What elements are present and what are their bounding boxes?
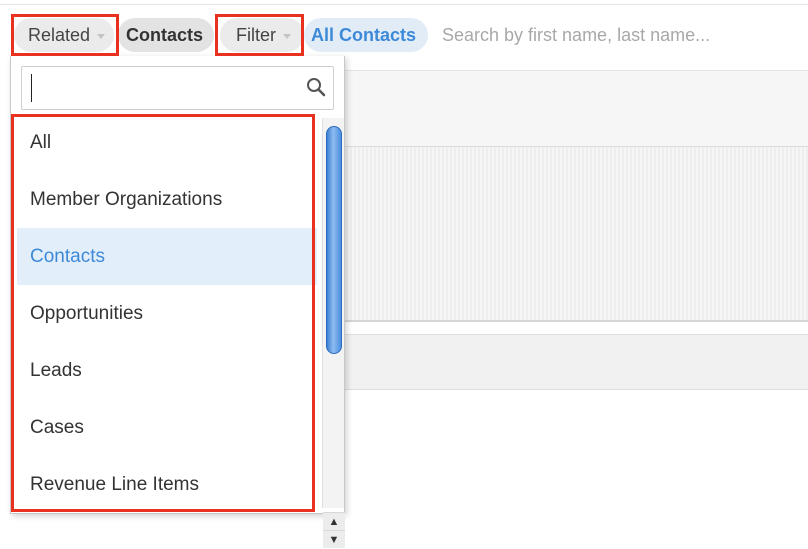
text-cursor [31, 74, 32, 102]
scroll-down-arrow-icon[interactable]: ▼ [323, 530, 345, 548]
module-label-text: Contacts [126, 24, 204, 45]
scrollbar-thumb[interactable] [326, 126, 342, 354]
filter-bar-divider [0, 4, 808, 5]
search-input[interactable] [432, 18, 808, 52]
list-header-area [344, 70, 808, 146]
magnifier-icon[interactable] [305, 76, 327, 98]
list-empty-area [344, 146, 808, 322]
active-filter-label: All Contacts [311, 24, 417, 45]
scroll-up-arrow-icon[interactable]: ▲ [323, 512, 345, 530]
highlight-box-filter [215, 14, 304, 56]
highlight-box-options [11, 114, 315, 512]
module-label: Contacts [118, 18, 214, 52]
list-footer-area [344, 334, 808, 390]
dropdown-search-input[interactable] [21, 66, 334, 110]
highlight-box-related [11, 14, 119, 56]
active-filter-pill[interactable]: All Contacts [304, 18, 428, 52]
dropdown-scrollbar[interactable]: ▲ ▼ [322, 118, 345, 548]
